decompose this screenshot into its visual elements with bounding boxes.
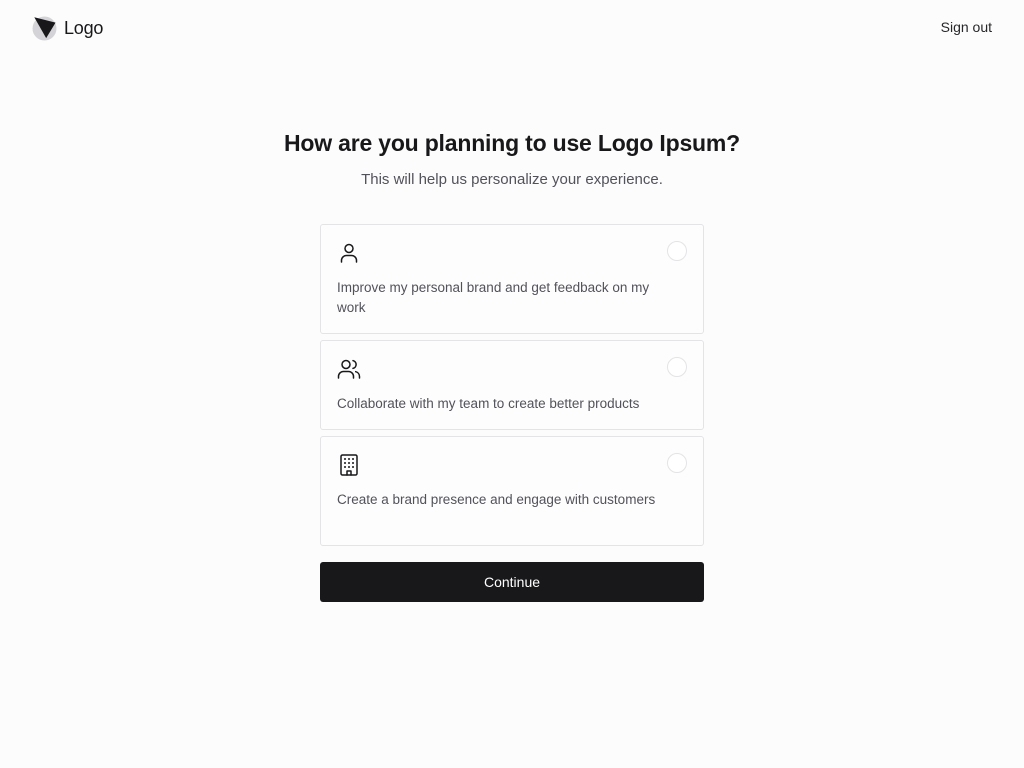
- user-icon: [337, 241, 361, 265]
- users-icon: [337, 357, 361, 381]
- option-brand-presence[interactable]: Create a brand presence and engage with …: [320, 436, 704, 546]
- option-radio[interactable]: [667, 453, 687, 473]
- option-label: Improve my personal brand and get feedba…: [337, 280, 650, 315]
- option-label: Collaborate with my team to create bette…: [337, 396, 640, 411]
- page-title: How are you planning to use Logo Ipsum?: [283, 130, 741, 156]
- option-personal-brand[interactable]: Improve my personal brand and get feedba…: [320, 224, 704, 334]
- option-team-collaboration[interactable]: Collaborate with my team to create bette…: [320, 340, 704, 430]
- page-subtitle: This will help us personalize your exper…: [361, 171, 663, 188]
- top-bar: Logo Sign out: [0, 0, 1024, 56]
- sign-out-link[interactable]: Sign out: [941, 19, 992, 35]
- usage-options: Improve my personal brand and get feedba…: [320, 224, 704, 552]
- option-label: Create a brand presence and engage with …: [337, 492, 656, 507]
- continue-button[interactable]: Continue: [320, 562, 704, 602]
- logo-mark-icon: [32, 16, 57, 40]
- building-icon: [337, 453, 361, 477]
- logo-text: Logo: [64, 17, 104, 38]
- option-radio[interactable]: [667, 241, 687, 261]
- logo[interactable]: Logo: [32, 16, 103, 40]
- option-radio[interactable]: [667, 357, 687, 377]
